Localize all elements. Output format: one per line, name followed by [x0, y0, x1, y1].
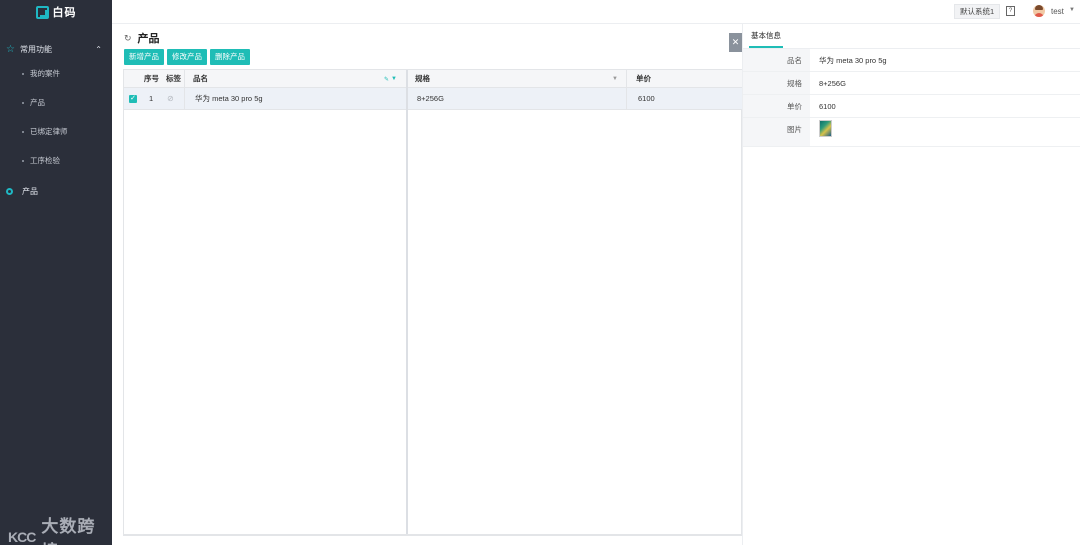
add-product-button[interactable]: 新增产品	[124, 49, 164, 65]
column-divider	[626, 88, 627, 109]
caret-down-icon[interactable]: ▼	[612, 70, 618, 88]
column-divider	[184, 70, 185, 87]
grid-header: 序号 标签 品名 ✎ ▼ 规格 ▼ 单价	[124, 70, 743, 88]
bullet-icon	[22, 101, 24, 104]
field-row-price: 单价 6100	[743, 95, 1080, 118]
attachment-icon[interactable]: ⊘	[167, 94, 174, 103]
sidebar-item-process-inspection[interactable]: 工序检验	[0, 146, 112, 175]
sidebar-item-product-top[interactable]: 产品	[0, 179, 112, 203]
close-panel-button[interactable]: ✕	[729, 33, 742, 52]
circle-icon	[6, 187, 13, 195]
table-row[interactable]: ✓ 1 ⊘ 华为 meta 30 pro 5g 8+256G 6100	[124, 88, 743, 110]
row-index: 1	[149, 94, 154, 103]
help-icon[interactable]: ?	[1006, 6, 1015, 16]
sidebar-item-label: 已绑定律师	[30, 127, 68, 136]
frozen-column-divider[interactable]	[406, 70, 408, 534]
chevron-up-icon: ⌃	[95, 44, 102, 54]
cell-price[interactable]: 6100	[638, 88, 655, 109]
sidebar-group-label: 常用功能	[20, 44, 52, 54]
logo-text: 白码	[52, 7, 77, 19]
sidebar-item-label: 产品	[30, 98, 45, 107]
avatar[interactable]	[1033, 5, 1045, 17]
sidebar: 白码 ☆ 常用功能 ⌃ 我的案件 产品 已绑定律师 工序检验 产品 KCC 大数…	[0, 0, 112, 545]
page-title: 产品	[137, 33, 160, 45]
field-row-image: 图片	[743, 118, 1080, 147]
refresh-icon[interactable]: ↻	[124, 33, 132, 44]
sidebar-item-my-cases[interactable]: 我的案件	[0, 59, 112, 88]
row-checkbox[interactable]: ✓	[129, 94, 137, 103]
column-filter[interactable]: ✎ ▼	[384, 70, 397, 88]
field-row-name: 品名 华为 meta 30 pro 5g	[743, 49, 1080, 72]
field-label: 规格	[743, 72, 810, 94]
caret-down-icon[interactable]: ▼	[1069, 7, 1075, 13]
bullet-icon	[22, 159, 24, 162]
field-row-spec: 规格 8+256G	[743, 72, 1080, 95]
sidebar-item-bound-lawyers[interactable]: 已绑定律师	[0, 117, 112, 146]
field-label: 品名	[743, 49, 810, 71]
sidebar-item-products[interactable]: 产品	[0, 88, 112, 117]
sidebar-item-label: 产品	[22, 186, 38, 196]
product-grid: 序号 标签 品名 ✎ ▼ 规格 ▼ 单价 ✓ 1 ⊘ 华为 meta 30 pr…	[123, 69, 743, 535]
app-logo[interactable]: 白码	[0, 0, 112, 24]
grid-bottom-border	[123, 535, 742, 536]
field-value: 华为 meta 30 pro 5g	[819, 55, 887, 65]
topbar: 默认系统1 ? test ▼	[112, 0, 1080, 24]
field-label: 单价	[743, 95, 810, 117]
field-label: 图片	[743, 118, 810, 146]
logo-mark-icon	[35, 5, 49, 19]
bullet-icon	[22, 72, 24, 75]
column-header-index[interactable]: 序号	[144, 70, 159, 87]
field-value: 8+256G	[819, 78, 846, 88]
column-divider	[626, 70, 627, 87]
cell-name[interactable]: 华为 meta 30 pro 5g	[195, 88, 263, 109]
sidebar-item-label: 工序检验	[30, 156, 60, 165]
filter-icon[interactable]: ✎	[384, 76, 389, 83]
column-header-name[interactable]: 品名	[193, 70, 208, 87]
edit-product-button[interactable]: 修改产品	[167, 49, 207, 65]
watermark: KCC 大数跨境	[8, 512, 112, 545]
column-header-spec[interactable]: 规格	[415, 70, 430, 87]
detail-panel: 基本信息 品名 华为 meta 30 pro 5g 规格 8+256G 单价 6…	[742, 24, 1080, 545]
cell-spec[interactable]: 8+256G	[417, 88, 444, 109]
bullet-icon	[22, 130, 24, 133]
column-divider	[184, 88, 185, 109]
user-name[interactable]: test	[1051, 7, 1064, 16]
watermark-logo: KCC	[8, 529, 36, 545]
watermark-text: 大数跨境	[41, 517, 96, 545]
sidebar-item-label: 我的案件	[30, 69, 60, 78]
sidebar-group-common[interactable]: ☆ 常用功能 ⌃	[0, 39, 112, 59]
star-icon: ☆	[6, 43, 15, 55]
delete-product-button[interactable]: 删除产品	[210, 49, 250, 65]
product-image-thumbnail[interactable]	[819, 120, 832, 137]
page-header: ↻ 产品	[124, 30, 160, 46]
system-switch-button[interactable]: 默认系统1	[954, 4, 1001, 19]
column-header-price[interactable]: 单价	[636, 70, 651, 87]
field-value: 6100	[819, 101, 836, 111]
toolbar: 新增产品 修改产品 删除产品	[124, 49, 250, 65]
tab-basic-info[interactable]: 基本信息	[749, 29, 783, 48]
column-header-tag[interactable]: 标签	[166, 70, 181, 87]
caret-down-icon[interactable]: ▼	[391, 76, 397, 82]
